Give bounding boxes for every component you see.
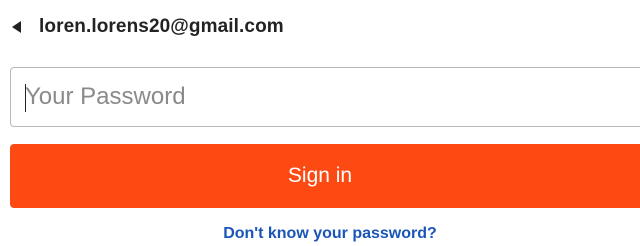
text-cursor bbox=[25, 84, 26, 112]
change-account-link[interactable]: loren.lorens20@gmail.com bbox=[12, 14, 284, 40]
forgot-password-link[interactable]: Don't know your password? bbox=[0, 225, 640, 243]
back-arrow-icon[interactable] bbox=[12, 21, 21, 33]
password-field[interactable] bbox=[10, 67, 640, 127]
sign-in-page: loren.lorens20@gmail.com Sign in Don't k… bbox=[0, 0, 640, 246]
sign-in-button[interactable]: Sign in bbox=[10, 144, 640, 208]
account-email: loren.lorens20@gmail.com bbox=[39, 16, 284, 37]
password-input[interactable] bbox=[11, 68, 640, 126]
